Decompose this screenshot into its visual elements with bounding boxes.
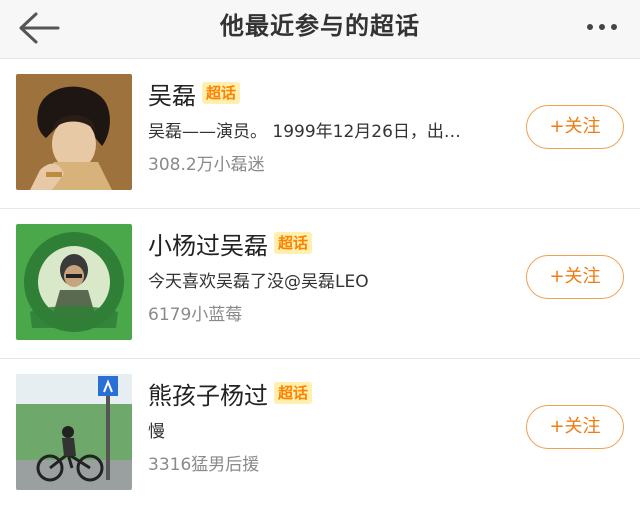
top-nav-bar: 他最近参与的超话: [0, 0, 640, 59]
more-dots-icon[interactable]: [578, 12, 626, 42]
topic-info: 吴磊 超话 吴磊——演员。 1999年12月26日，出… 308.2万小磊迷: [148, 75, 510, 176]
follow-button[interactable]: +关注: [526, 255, 624, 299]
topic-avatar[interactable]: [16, 74, 132, 190]
topic-fans-count: 3316猛男后援: [148, 455, 260, 475]
super-topic-badge: 超话: [274, 232, 313, 254]
super-topic-badge: 超话: [274, 382, 313, 404]
super-topic-badge: 超话: [202, 82, 241, 104]
topic-name: 熊孩子杨过: [148, 381, 268, 410]
topic-info: 小杨过吴磊 超话 今天喜欢吴磊了没@吴磊LEO 6179小蓝莓: [148, 225, 510, 326]
topic-fans-count: 6179小蓝莓: [148, 305, 243, 325]
topic-fans-count: 308.2万小磊迷: [148, 155, 265, 175]
topic-list: 吴磊 超话 吴磊——演员。 1999年12月26日，出… 308.2万小磊迷 +…: [0, 59, 640, 508]
topic-row[interactable]: 吴磊 超话 吴磊——演员。 1999年12月26日，出… 308.2万小磊迷 +…: [0, 59, 640, 209]
topic-row[interactable]: 小杨过吴磊 超话 今天喜欢吴磊了没@吴磊LEO 6179小蓝莓 +关注: [0, 209, 640, 359]
topic-description: 慢: [148, 422, 165, 442]
topic-avatar[interactable]: [16, 224, 132, 340]
topic-avatar[interactable]: [16, 374, 132, 490]
topic-description: 吴磊——演员。 1999年12月26日，出…: [148, 122, 461, 142]
page-title: 他最近参与的超话: [220, 12, 420, 40]
follow-button[interactable]: +关注: [526, 105, 624, 149]
follow-button[interactable]: +关注: [526, 405, 624, 449]
topic-description: 今天喜欢吴磊了没@吴磊LEO: [148, 272, 369, 292]
topic-name: 小杨过吴磊: [148, 231, 268, 260]
topic-name: 吴磊: [148, 81, 196, 110]
topic-info: 熊孩子杨过 超话 慢 3316猛男后援: [148, 375, 510, 475]
